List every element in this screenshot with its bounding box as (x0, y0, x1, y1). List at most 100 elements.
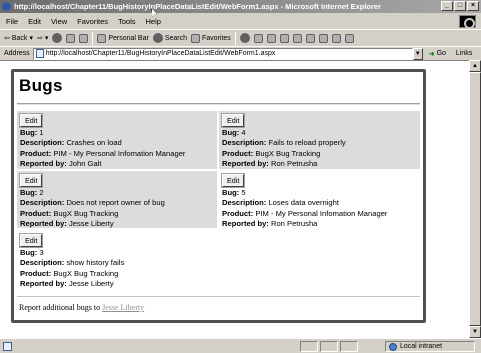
scroll-up-button[interactable]: ▲ (469, 60, 481, 72)
address-dropdown-button[interactable]: ▼ (412, 47, 423, 60)
bug-reporter: Jesse Liberty (68, 279, 114, 289)
bug-item-1: Edit Bug: 1 Description: Crashes on load… (17, 111, 217, 169)
bug-product: PIM - My Personal Infomation Manager (255, 208, 388, 218)
bug-product: PIM - My Personal Infomation Manager (53, 148, 186, 158)
window-controls: _ □ × (441, 1, 479, 11)
ie-page-icon (2, 2, 11, 11)
status-bar: Local intranet (0, 338, 481, 353)
bug-description: show history fails (66, 258, 125, 268)
bug-reporter: John Galt (68, 159, 102, 169)
product-label: Product: (20, 268, 52, 278)
product-label: Product: (222, 208, 254, 218)
mail-icon[interactable] (253, 33, 263, 43)
home-icon[interactable] (79, 33, 89, 43)
window-title-bar[interactable]: http://localhost/Chapter11/BugHistoryInP… (0, 0, 481, 13)
edit-page-icon[interactable] (279, 33, 289, 43)
footer-text: Report additional bugs to (19, 303, 101, 312)
product-label: Product: (222, 148, 254, 158)
vertical-scrollbar[interactable]: ▲ ▼ (469, 60, 481, 338)
description-label: Description: (20, 258, 65, 268)
tool-icon-2[interactable] (318, 33, 328, 43)
reported-by-label: Reported by: (222, 159, 269, 169)
bug-item-5: Edit Bug: 5 Description: Loses data over… (219, 171, 420, 228)
page-title: Bugs (19, 76, 63, 95)
stop-icon[interactable] (52, 33, 63, 43)
menu-edit[interactable]: Edit (28, 17, 41, 26)
discuss-icon[interactable] (292, 33, 302, 43)
toolbar-separator (234, 31, 236, 45)
menu-bar: File Edit View Favorites Tools Help (0, 13, 481, 29)
history-icon[interactable] (239, 33, 250, 43)
tool-icon-1[interactable] (305, 33, 315, 43)
reported-by-label: Reported by: (20, 219, 67, 229)
bug-id: 3 (39, 248, 44, 257)
search-button[interactable]: Search (152, 33, 187, 43)
edit-button-bug-2[interactable]: Edit (18, 173, 44, 188)
bug-description: Fails to reload properly (268, 138, 346, 148)
ie-logo-icon (459, 15, 476, 29)
print-icon[interactable] (266, 33, 276, 43)
address-label: Address (4, 50, 30, 57)
go-button[interactable]: ➜ Go (429, 50, 446, 58)
refresh-icon[interactable] (66, 33, 76, 43)
footer: Report additional bugs to Jesse Liberty (19, 303, 144, 312)
personal-bar-label: Personal Bar (108, 34, 149, 42)
menu-file[interactable]: File (6, 17, 18, 26)
bug-reporter: Ron Petrusha (270, 159, 318, 169)
toolbar-separator (92, 31, 94, 45)
scroll-thumb[interactable] (469, 72, 481, 326)
back-button[interactable]: ⇦ Back ▾ (4, 34, 33, 43)
status-cells (300, 341, 358, 352)
menu-help[interactable]: Help (146, 17, 161, 26)
edit-button-bug-1[interactable]: Edit (18, 113, 44, 128)
minimize-button[interactable]: _ (441, 1, 453, 11)
favorites-button[interactable]: Favorites (191, 33, 231, 43)
edit-button-bug-3[interactable]: Edit (18, 233, 44, 248)
favorites-icon (191, 33, 200, 43)
product-label: Product: (20, 208, 52, 218)
page-viewport: Bugs Edit Bug: 1 Description: Crashes on… (0, 60, 469, 338)
zone-label: Local intranet (400, 343, 443, 350)
description-label: Description: (222, 198, 267, 208)
bug-label: Bug: (20, 128, 38, 137)
status-cell (340, 341, 358, 352)
address-input[interactable]: http://localhost/Chapter11/BugHistoryInP… (32, 47, 413, 60)
go-arrow-icon: ➜ (428, 50, 435, 58)
personal-bar-button[interactable]: Personal Bar (97, 33, 149, 43)
reported-by-label: Reported by: (222, 219, 269, 229)
back-label: Back (11, 34, 28, 42)
bug-id: 4 (241, 128, 246, 137)
toolbar: ⇦ Back ▾ ⇨ ▾ Personal Bar Search Favorit… (0, 29, 481, 46)
menu-view[interactable]: View (51, 17, 67, 26)
menu-favorites[interactable]: Favorites (77, 17, 108, 26)
maximize-button[interactable]: □ (454, 1, 466, 11)
bug-id: 1 (39, 128, 44, 137)
tool-icon-4[interactable] (344, 33, 354, 43)
bug-description: Does not report owner of bug (66, 198, 165, 208)
window-title: http://localhost/Chapter11/BugHistoryInP… (14, 2, 382, 11)
chevron-down-icon: ▾ (29, 35, 33, 42)
close-button[interactable]: × (467, 1, 479, 11)
bug-item-4: Edit Bug: 4 Description: Fails to reload… (219, 111, 420, 169)
footer-link[interactable]: Jesse Liberty (102, 303, 144, 312)
links-button[interactable]: Links (456, 50, 472, 57)
search-label: Search (164, 34, 187, 42)
security-zone: Local intranet (385, 341, 475, 352)
chevron-down-icon: ▾ (44, 35, 49, 42)
bug-id: 5 (241, 188, 246, 197)
footer-divider (17, 296, 420, 297)
address-url: http://localhost/Chapter11/BugHistoryInP… (45, 49, 276, 57)
scroll-down-button[interactable]: ▼ (469, 326, 481, 338)
edit-button-bug-5[interactable]: Edit (220, 173, 246, 188)
bug-label: Bug: (20, 248, 38, 257)
go-label: Go (436, 50, 446, 57)
bug-item-2: Edit Bug: 2 Description: Does not report… (17, 171, 217, 228)
bug-label: Bug: (222, 188, 240, 197)
edit-button-bug-4[interactable]: Edit (220, 113, 246, 128)
status-cell (300, 341, 318, 352)
tool-icon-3[interactable] (331, 33, 341, 43)
menu-tools[interactable]: Tools (118, 17, 136, 26)
description-label: Description: (20, 198, 65, 208)
description-label: Description: (20, 138, 65, 148)
forward-button[interactable]: ⇨ ▾ (37, 34, 48, 42)
